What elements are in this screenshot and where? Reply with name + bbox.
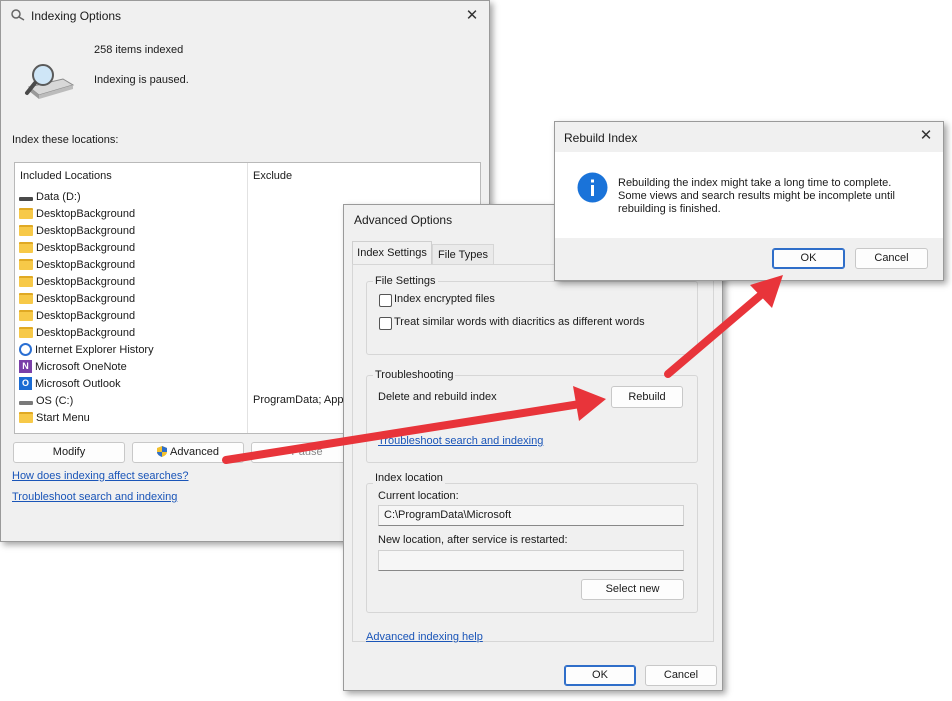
drive-icon: [19, 196, 33, 201]
location-name: OS (C:): [36, 394, 74, 407]
location-name: DesktopBackground: [36, 241, 136, 254]
folder-icon: [19, 225, 33, 236]
location-name: DesktopBackground: [36, 292, 136, 305]
rebuild-ok-button[interactable]: OK: [772, 248, 845, 269]
location-row[interactable]: Internet Explorer History: [19, 341, 154, 358]
folder-icon: [19, 412, 33, 423]
location-row[interactable]: DesktopBackground: [19, 205, 135, 222]
how-indexing-affects-link[interactable]: How does indexing affect searches?: [12, 470, 189, 482]
rebuild-message-line1: Rebuilding the index might take a long t…: [618, 177, 892, 189]
rebuild-message-area: Rebuilding the index might take a long t…: [555, 152, 943, 238]
folder-icon: [19, 327, 33, 338]
encrypted-files-label[interactable]: Index encrypted files: [394, 293, 495, 305]
index-these-locations-label: Index these locations:: [12, 134, 119, 146]
location-row[interactable]: O Microsoft Outlook: [19, 375, 121, 392]
rebuild-cancel-button[interactable]: Cancel: [855, 248, 928, 269]
troubleshooting-label: Troubleshooting: [373, 369, 456, 381]
rebuild-close-icon[interactable]: ✕: [917, 127, 935, 145]
current-location-field: C:\ProgramData\Microsoft: [378, 505, 684, 526]
location-exclude: ProgramData; Appl: [253, 394, 346, 406]
column-divider: [247, 163, 248, 433]
location-name: Microsoft OneNote: [35, 360, 127, 373]
location-row[interactable]: DesktopBackground: [19, 239, 135, 256]
folder-icon: [19, 276, 33, 287]
location-name: Data (D:): [36, 190, 81, 203]
location-name: Internet Explorer History: [35, 343, 154, 356]
new-location-label: New location, after service is restarted…: [378, 534, 568, 546]
folder-icon: [19, 208, 33, 219]
folder-icon: [19, 293, 33, 304]
rebuild-index-title: Rebuild Index: [564, 131, 638, 145]
rebuild-button[interactable]: Rebuild: [611, 386, 683, 408]
location-row[interactable]: DesktopBackground: [19, 324, 135, 341]
current-location-label: Current location:: [378, 490, 459, 502]
delete-rebuild-label: Delete and rebuild index: [378, 391, 497, 403]
folder-icon: [19, 242, 33, 253]
indexing-drive-icon: [23, 59, 75, 103]
modify-button[interactable]: Modify: [13, 442, 125, 463]
indexing-options-close-icon[interactable]: ✕: [463, 7, 481, 25]
location-name: DesktopBackground: [36, 326, 136, 339]
new-location-field: [378, 550, 684, 571]
location-name: DesktopBackground: [36, 224, 136, 237]
location-name: DesktopBackground: [36, 207, 136, 220]
location-row[interactable]: DesktopBackground: [19, 290, 135, 307]
advanced-indexing-help-link[interactable]: Advanced indexing help: [366, 631, 483, 643]
info-icon: [577, 172, 608, 203]
advanced-options-title: Advanced Options: [354, 213, 453, 227]
adv-troubleshoot-link[interactable]: Troubleshoot search and indexing: [378, 435, 543, 447]
tab-file-types[interactable]: File Types: [432, 244, 494, 264]
location-name: DesktopBackground: [36, 309, 136, 322]
location-row[interactable]: DesktopBackground: [19, 307, 135, 324]
col-header-exclude[interactable]: Exclude: [253, 170, 292, 182]
location-row[interactable]: DesktopBackground: [19, 256, 135, 273]
rebuild-index-dialog: Rebuild Index ✕ Rebuilding the index mig…: [554, 121, 944, 281]
indexing-options-titlebar: Indexing Options: [1, 1, 489, 31]
internet-explorer-icon: [19, 343, 32, 356]
advanced-cancel-button[interactable]: Cancel: [645, 665, 717, 686]
os-drive-icon: [19, 400, 33, 405]
location-row[interactable]: OS (C:): [19, 392, 73, 409]
location-row[interactable]: Start Menu: [19, 409, 90, 426]
file-settings-label: File Settings: [373, 275, 438, 287]
rebuild-message-line3: rebuilding is finished.: [618, 203, 721, 215]
onenote-icon: N: [19, 360, 32, 373]
outlook-icon: O: [19, 377, 32, 390]
select-new-button[interactable]: Select new: [581, 579, 684, 600]
encrypted-files-checkbox[interactable]: [379, 294, 392, 307]
location-row[interactable]: DesktopBackground: [19, 273, 135, 290]
indexing-options-title: Indexing Options: [31, 9, 122, 23]
indexing-status-text: Indexing is paused.: [94, 74, 189, 86]
items-indexed-text: 258 items indexed: [94, 44, 184, 56]
rebuild-message-line2: Some views and search results might be i…: [618, 190, 895, 202]
location-name: Microsoft Outlook: [35, 377, 121, 390]
tab-index-settings[interactable]: Index Settings: [352, 241, 432, 265]
index-location-label: Index location: [373, 472, 445, 484]
location-row[interactable]: Data (D:): [19, 188, 81, 205]
folder-icon: [19, 259, 33, 270]
location-name: Start Menu: [36, 411, 90, 424]
troubleshoot-link[interactable]: Troubleshoot search and indexing: [12, 491, 177, 503]
location-name: DesktopBackground: [36, 275, 136, 288]
uac-shield-icon: [157, 445, 168, 457]
advanced-ok-button[interactable]: OK: [564, 665, 636, 686]
col-header-included[interactable]: Included Locations: [20, 170, 112, 182]
location-name: DesktopBackground: [36, 258, 136, 271]
location-row[interactable]: DesktopBackground: [19, 222, 135, 239]
indexing-options-app-icon: [11, 9, 25, 21]
advanced-button-label: Advanced: [170, 446, 219, 458]
diacritics-checkbox[interactable]: [379, 317, 392, 330]
location-row[interactable]: N Microsoft OneNote: [19, 358, 127, 375]
folder-icon: [19, 310, 33, 321]
diacritics-label[interactable]: Treat similar words with diacritics as d…: [394, 316, 645, 328]
advanced-button[interactable]: Advanced: [132, 442, 244, 463]
